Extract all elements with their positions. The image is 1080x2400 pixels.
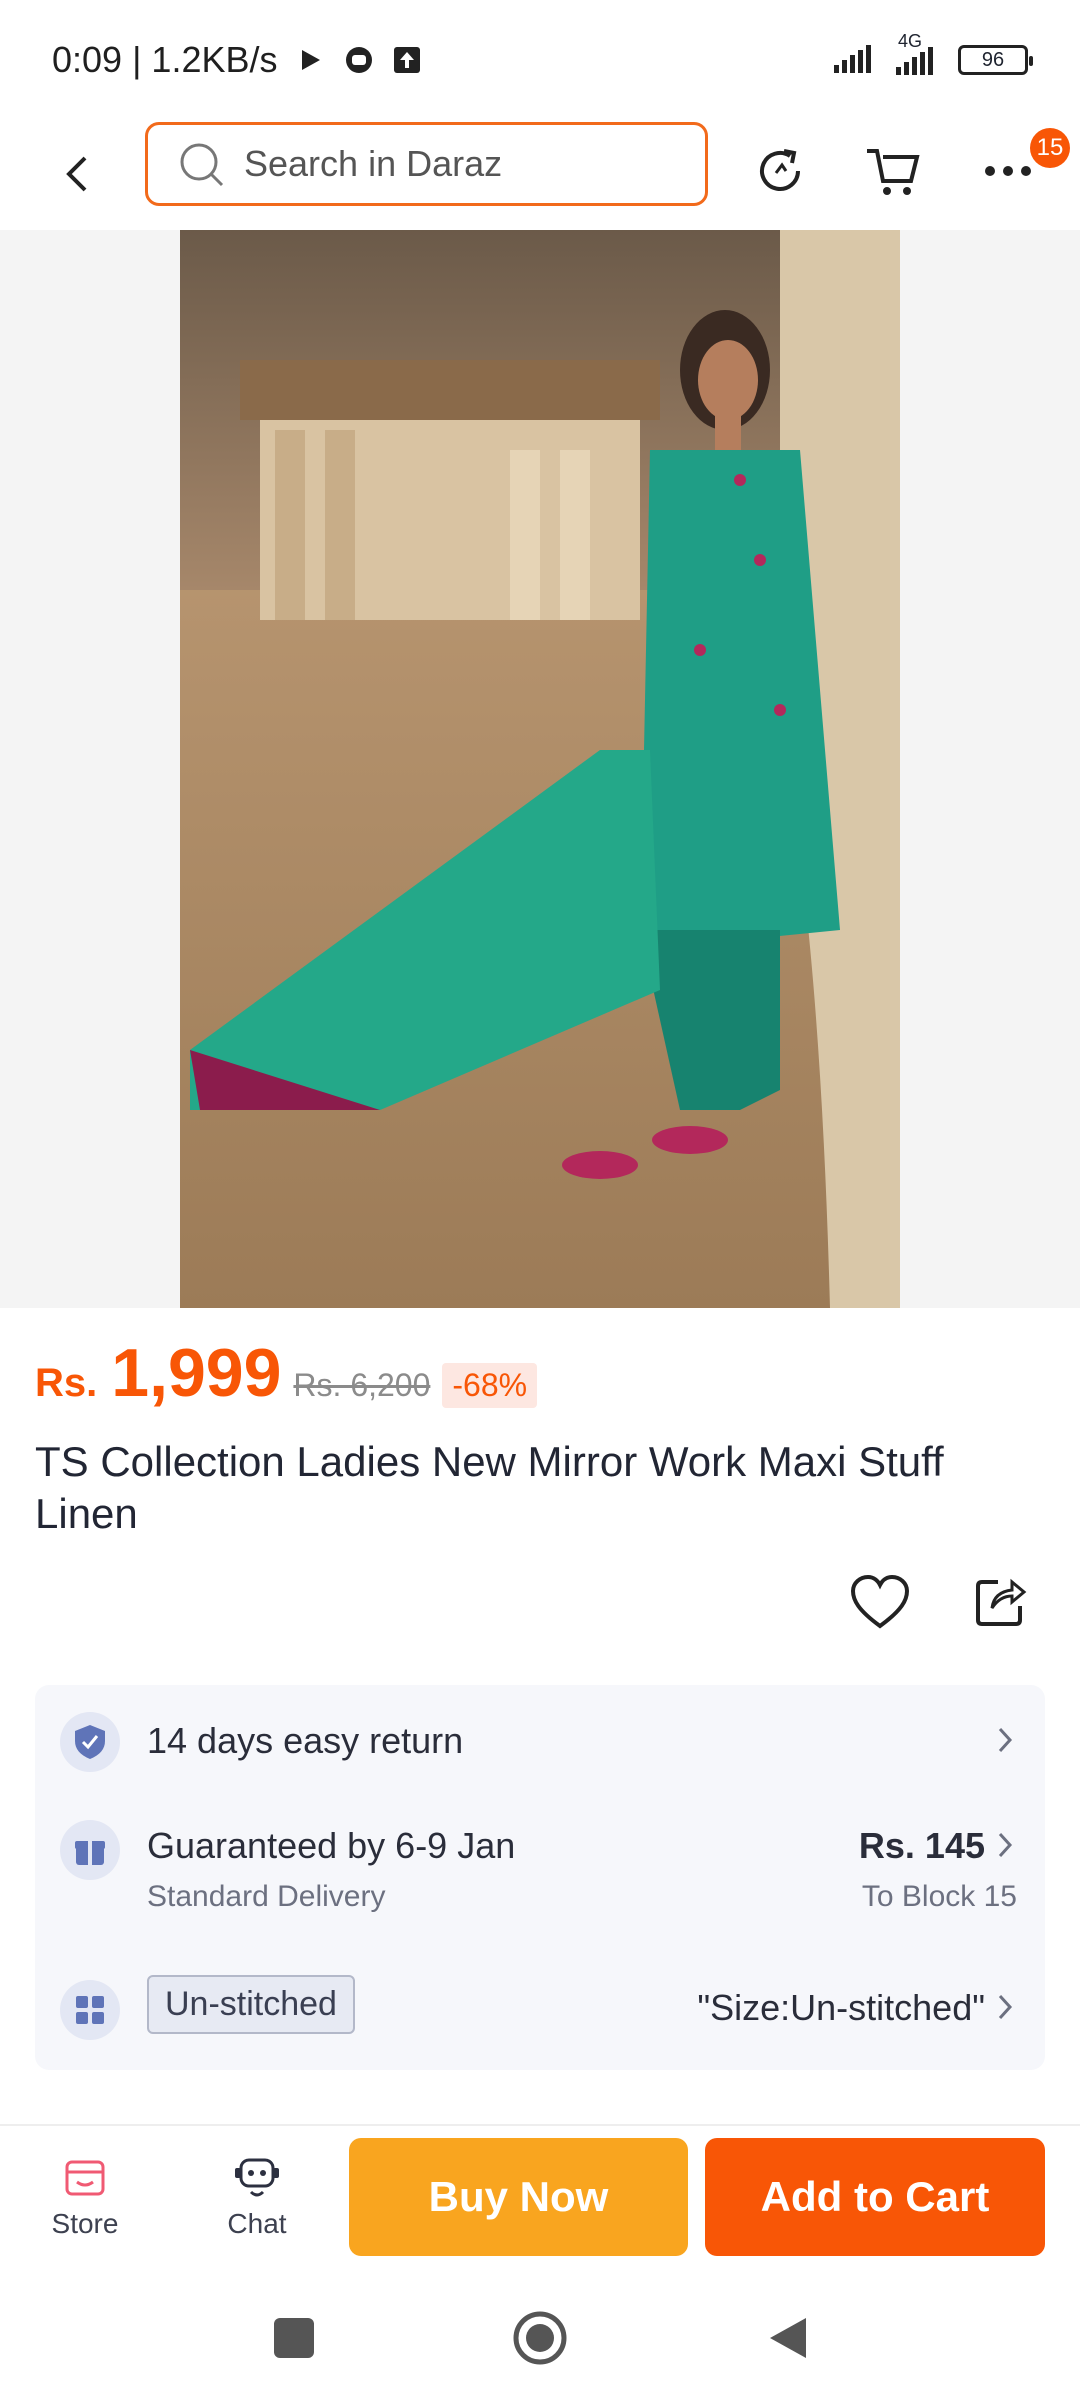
back-arrow-icon <box>66 156 87 192</box>
variant-value: "Size:Un-stitched" <box>697 1987 985 2028</box>
store-icon <box>65 2160 105 2196</box>
status-time: 0:09 | 1.2KB/s <box>52 39 278 80</box>
signal-icon <box>834 43 880 78</box>
search-input[interactable] <box>244 143 644 185</box>
share-button[interactable] <box>968 1570 1032 1634</box>
delivery-text: Guaranteed by 6-9 Jan <box>147 1825 516 1866</box>
search-box[interactable] <box>145 122 708 206</box>
original-price: Rs. 6,200 <box>293 1367 431 1403</box>
price-row: Rs. 1,999 Rs. 6,200 -68% <box>35 1334 538 1412</box>
grid-icon <box>60 1980 120 2040</box>
gift-box-icon <box>60 1820 120 1880</box>
square-icon <box>274 2318 314 2358</box>
delivery-row[interactable]: Guaranteed by 6-9 Jan Standard Delivery … <box>35 1795 1045 1945</box>
system-nav-bar <box>0 2270 1080 2400</box>
return-text: 14 days easy return <box>147 1720 464 1761</box>
play-icon <box>296 45 326 75</box>
triangle-back-icon <box>770 2318 806 2358</box>
delivery-info-card: 14 days easy return Guaranteed by 6-9 Ja… <box>35 1685 1045 2070</box>
product-image-area[interactable] <box>0 230 1080 1308</box>
discount-badge: -68% <box>442 1363 538 1408</box>
wish-share-row <box>848 1570 1032 1634</box>
chevron-right-icon <box>993 1722 1017 1758</box>
chat-button[interactable]: Chat <box>182 2126 332 2270</box>
chevron-right-icon <box>993 1827 1017 1863</box>
action-bar: Store Chat Buy Now Add to Cart <box>0 2126 1080 2270</box>
heart-icon <box>850 1574 910 1629</box>
variant-tag[interactable]: Un-stitched <box>147 1975 355 2034</box>
delivery-type: Standard Delivery <box>147 1880 386 1913</box>
back-nav-button[interactable] <box>758 2308 818 2368</box>
add-to-cart-button[interactable]: Add to Cart <box>705 2138 1045 2256</box>
signal-4g-icon: 4G <box>896 31 942 75</box>
chevron-right-icon <box>993 1989 1017 2025</box>
cart-icon <box>867 149 920 195</box>
variant-row[interactable]: Un-stitched "Size:Un-stitched" <box>35 1955 1045 2065</box>
delivery-price: Rs. 145 <box>858 1825 985 1866</box>
home-button[interactable] <box>510 2308 570 2368</box>
refresh-icon <box>760 149 800 191</box>
battery-icon: 96 <box>958 45 1033 75</box>
more-icon <box>985 166 1031 176</box>
status-left: 0:09 | 1.2KB/s <box>52 39 422 81</box>
product-photo <box>180 230 900 1308</box>
store-label: Store <box>51 2208 119 2239</box>
status-bar: 0:09 | 1.2KB/s 4G 96 <box>0 0 1080 120</box>
wishlist-button[interactable] <box>848 1570 912 1634</box>
cart-button[interactable] <box>858 136 928 206</box>
currency-label: Rs. <box>35 1361 98 1405</box>
current-price: 1,999 <box>111 1335 282 1411</box>
chat-label: Chat <box>227 2208 287 2239</box>
upload-icon <box>392 45 422 75</box>
search-icon <box>180 143 224 187</box>
top-nav <box>0 120 1080 230</box>
buy-now-button[interactable]: Buy Now <box>349 2138 688 2256</box>
recent-apps-button[interactable] <box>264 2308 324 2368</box>
return-row[interactable]: 14 days easy return <box>35 1685 1045 1795</box>
share-icon <box>976 1578 1027 1626</box>
chat-icon <box>235 2158 279 2197</box>
shield-check-icon <box>60 1712 120 1772</box>
product-title: TS Collection Ladies New Mirror Work Max… <box>35 1438 944 1537</box>
media-icon <box>344 45 374 75</box>
delivery-location: To Block 15 <box>861 1880 1017 1913</box>
home-circle-icon <box>513 2311 567 2365</box>
product-image[interactable] <box>180 230 900 1308</box>
status-right: 4G 96 <box>834 31 1033 78</box>
refresh-button[interactable] <box>745 136 815 206</box>
network-label: 4G <box>898 31 923 51</box>
back-button[interactable] <box>48 144 108 204</box>
notification-badge: 15 <box>1030 128 1070 168</box>
store-button[interactable]: Store <box>10 2126 160 2270</box>
